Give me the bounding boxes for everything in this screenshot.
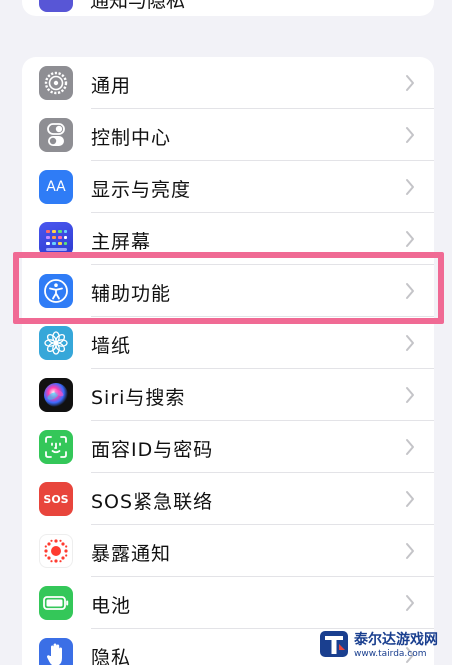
accessibility-icon: [39, 274, 73, 308]
exposure-icon: [39, 534, 73, 568]
app-icon: [39, 0, 73, 12]
top-settings-group: 通知与隐私: [22, 0, 434, 16]
settings-item-battery[interactable]: 电池: [22, 577, 434, 629]
settings-item-control-center[interactable]: 控制中心: [22, 109, 434, 161]
settings-item-emergency-sos[interactable]: SOS SOS紧急联络: [22, 473, 434, 525]
chevron-right-icon: [406, 335, 414, 351]
chevron-right-icon: [406, 491, 414, 507]
home-grid-icon: [39, 222, 73, 256]
chevron-right-icon: [406, 231, 414, 247]
settings-item-label: 主屏幕: [91, 231, 152, 253]
settings-item-label: 面容ID与密码: [91, 439, 214, 461]
watermark-t-icon: [320, 631, 348, 657]
settings-item-label: 电池: [91, 595, 132, 617]
settings-item-home-screen[interactable]: 主屏幕: [22, 213, 434, 265]
watermark-logo: 泰尔达游戏网 www.tairda.com: [318, 626, 448, 662]
chevron-right-icon: [406, 439, 414, 455]
flower-icon: [39, 326, 73, 360]
chevron-right-icon: [406, 283, 414, 299]
settings-item-label: 控制中心: [91, 127, 172, 149]
settings-item-display-brightness[interactable]: AA 显示与亮度: [22, 161, 434, 213]
watermark-url: www.tairda.com: [354, 649, 427, 659]
chevron-right-icon: [406, 75, 414, 91]
settings-item-faceid-passcode[interactable]: 面容ID与密码: [22, 421, 434, 473]
aa-glyph: AA: [46, 179, 66, 195]
toggle-icon: [39, 118, 73, 152]
chevron-right-icon: [406, 595, 414, 611]
chevron-right-icon: [406, 127, 414, 143]
sos-glyph: SOS: [43, 492, 69, 506]
gear-icon: [39, 66, 73, 100]
settings-item-label: 墙纸: [91, 335, 132, 357]
settings-item-siri-search[interactable]: Siri与搜索: [22, 369, 434, 421]
settings-item-label: Siri与搜索: [91, 387, 186, 409]
settings-item-accessibility[interactable]: 辅助功能: [22, 265, 434, 317]
hand-icon: [39, 638, 73, 665]
settings-item-general[interactable]: 通用: [22, 57, 434, 109]
chevron-right-icon: [406, 179, 414, 195]
settings-item-label: 隐私: [91, 647, 132, 665]
siri-icon: [39, 378, 73, 412]
settings-item-exposure-notifications[interactable]: 暴露通知: [22, 525, 434, 577]
settings-item-label: 辅助功能: [91, 283, 172, 305]
aa-icon: AA: [39, 170, 73, 204]
top-item-label: 通知与隐私: [90, 0, 186, 12]
settings-item-label: 暴露通知: [91, 543, 172, 565]
chevron-right-icon: [406, 387, 414, 403]
chevron-right-icon: [406, 543, 414, 559]
settings-screen: 通知与隐私 通用 控制中心 AA 显示与亮度 主屏幕 辅助功能 墙纸 Siri与…: [0, 0, 452, 665]
settings-item-wallpaper[interactable]: 墙纸: [22, 317, 434, 369]
settings-item-label: 显示与亮度: [91, 179, 192, 201]
watermark-title: 泰尔达游戏网: [354, 632, 438, 648]
sos-icon: SOS: [39, 482, 73, 516]
faceid-icon: [39, 430, 73, 464]
settings-list: 通用 控制中心 AA 显示与亮度 主屏幕 辅助功能 墙纸 Siri与搜索 面容I…: [22, 57, 434, 665]
settings-item-label: SOS紧急联络: [91, 491, 214, 513]
settings-item-label: 通用: [91, 75, 132, 97]
battery-icon: [39, 586, 73, 620]
